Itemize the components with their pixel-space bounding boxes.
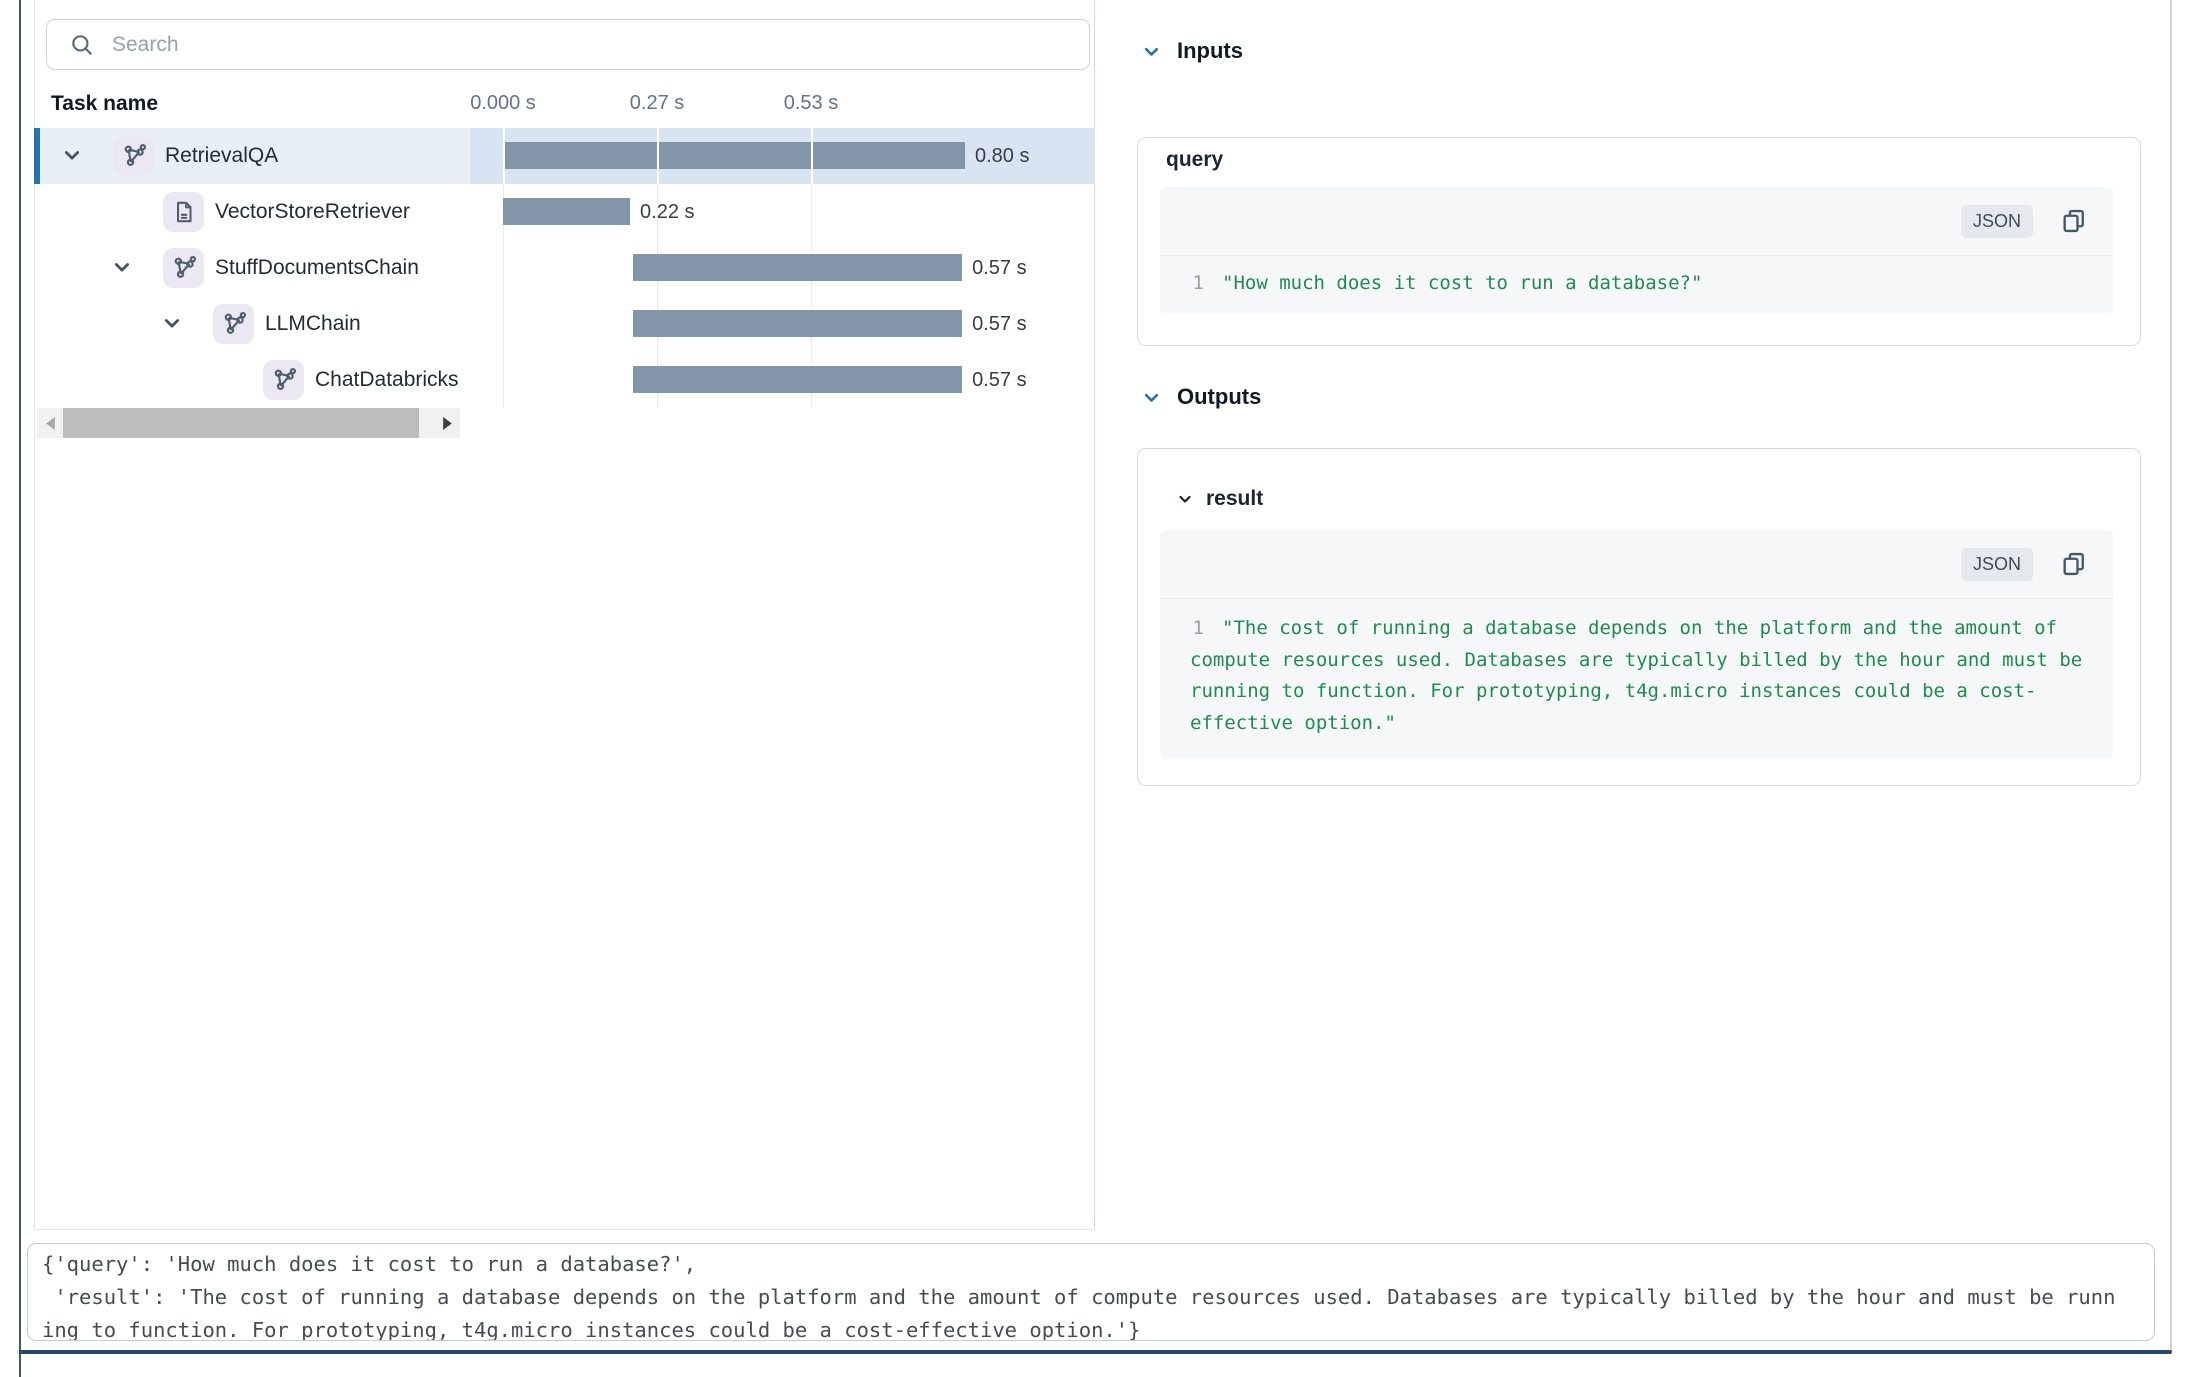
duration-label: 0.57 s xyxy=(972,352,1026,408)
trace-panel-bottom-border xyxy=(34,1229,1095,1230)
code-text: compute resources used. Databases are ty… xyxy=(1190,649,2082,671)
gantt-row[interactable]: 0.57 s LLMChain xyxy=(34,296,1095,352)
code-line: running to function. For prototyping, t4… xyxy=(1190,676,2087,708)
task-name-label: StuffDocumentsChain xyxy=(215,240,419,296)
task-name-label: ChatDatabricks xyxy=(315,352,459,408)
duration-bar[interactable] xyxy=(503,198,630,225)
outputs-section-toggle[interactable]: Outputs xyxy=(1142,384,1261,410)
code-line: 1 "The cost of running a database depends… xyxy=(1190,613,2087,645)
duration-bar[interactable] xyxy=(633,310,962,337)
document-icon xyxy=(171,199,197,225)
result-code-block: JSON 1 "The cost of running a database de… xyxy=(1160,530,2113,759)
duration-label: 0.80 s xyxy=(975,128,1029,184)
copy-icon[interactable] xyxy=(2059,206,2089,236)
gantt-row[interactable]: 0.22 s VectorStoreRetriever xyxy=(34,184,1095,240)
chevron-down-icon xyxy=(1142,388,1161,407)
scroll-left-arrow-icon[interactable] xyxy=(37,408,63,438)
timeline-scale: 0.000 s 0.27 s 0.53 s xyxy=(0,92,1094,120)
task-type-icon-chip xyxy=(213,304,254,344)
chain-icon xyxy=(171,255,197,281)
json-format-badge[interactable]: JSON xyxy=(1961,205,2033,238)
query-code-area: 1 "How much does it cost to run a databas… xyxy=(1160,256,2113,311)
search-box[interactable] xyxy=(46,19,1090,70)
code-text: running to function. For prototyping, t4… xyxy=(1190,680,2036,702)
chain-icon xyxy=(221,311,247,337)
duration-bar[interactable] xyxy=(503,142,965,169)
cell-gutter-line xyxy=(19,0,21,1377)
result-field-label: result xyxy=(1206,487,1263,511)
cell-output-line: {'query': 'How much does it cost to run … xyxy=(42,1248,2140,1281)
task-type-icon-chip xyxy=(113,136,154,176)
chain-icon xyxy=(271,367,297,393)
search-input[interactable] xyxy=(110,32,1054,58)
duration-label: 0.22 s xyxy=(640,184,694,240)
task-name-cell[interactable]: StuffDocumentsChain xyxy=(34,240,470,296)
scroll-right-arrow-icon[interactable] xyxy=(434,408,460,438)
outputs-section-title: Outputs xyxy=(1177,384,1261,410)
task-name-label: RetrievalQA xyxy=(165,128,278,184)
code-line: 1 "How much does it cost to run a databas… xyxy=(1190,267,2087,299)
horizontal-scrollbar[interactable] xyxy=(37,408,460,438)
inputs-card: query JSON 1 "How much does it cost to ru… xyxy=(1137,137,2141,346)
outputs-card: result JSON 1 "The cost of running a data… xyxy=(1137,448,2141,786)
code-line: compute resources used. Databases are ty… xyxy=(1190,645,2087,677)
chevron-down-icon[interactable] xyxy=(162,313,182,333)
code-text: "The cost of running a database depends … xyxy=(1222,617,2057,639)
trace-viewer-page: Task name 0.000 s0.27 s0.53 s 0.80 sRetr… xyxy=(0,0,2189,1377)
query-field-label: query xyxy=(1166,148,1223,172)
task-name-cell[interactable]: RetrievalQA xyxy=(34,128,470,184)
gantt-row[interactable]: 0.80 s RetrievalQA xyxy=(34,128,1095,184)
timeline-tick-label: 0.53 s xyxy=(784,92,838,115)
selected-row-gridline xyxy=(811,128,813,184)
copy-icon[interactable] xyxy=(2059,549,2089,579)
duration-label: 0.57 s xyxy=(972,240,1026,296)
duration-bar[interactable] xyxy=(633,254,962,281)
task-name-label: VectorStoreRetriever xyxy=(215,184,410,240)
duration-bar[interactable] xyxy=(633,366,962,393)
code-block-toolbar: JSON xyxy=(1160,187,2113,256)
cell-output-line: 'result': 'The cost of running a databas… xyxy=(42,1281,2140,1314)
timeline-tick-label: 0.27 s xyxy=(630,92,684,115)
query-code-block: JSON 1 "How much does it cost to run a da… xyxy=(1160,187,2113,313)
task-type-icon-chip xyxy=(263,360,304,400)
selected-row-gridline xyxy=(503,128,505,184)
gantt-rows: 0.80 s RetrievalQA 0.22 s VectorStoreRetrie… xyxy=(34,128,1095,408)
task-type-icon-chip xyxy=(163,248,204,288)
chain-icon xyxy=(121,143,147,169)
selected-row-accent-edge xyxy=(34,128,40,184)
duration-label: 0.57 s xyxy=(972,296,1026,352)
cell-output-line: ing to function. For prototyping, t4g.mi… xyxy=(42,1314,2140,1341)
inputs-section-title: Inputs xyxy=(1177,38,1243,64)
search-icon xyxy=(69,32,95,58)
chevron-down-icon[interactable] xyxy=(62,145,82,165)
gantt-row[interactable]: 0.57 s StuffDocumentsChain xyxy=(34,240,1095,296)
scrollbar-thumb[interactable] xyxy=(63,408,419,438)
code-text: effective option." xyxy=(1190,712,1396,734)
json-format-badge[interactable]: JSON xyxy=(1961,548,2033,581)
chevron-down-icon xyxy=(1177,491,1193,507)
task-type-icon-chip xyxy=(163,192,204,232)
cell-output-box: {'query': 'How much does it cost to run … xyxy=(27,1243,2155,1341)
timeline-tick-label: 0.000 s xyxy=(470,92,536,115)
task-name-cell[interactable]: ChatDatabricks xyxy=(34,352,470,408)
inputs-section-toggle[interactable]: Inputs xyxy=(1142,38,1243,64)
task-name-cell[interactable]: VectorStoreRetriever xyxy=(34,184,470,240)
cell-right-border xyxy=(2170,0,2172,1351)
line-number: 1 xyxy=(1190,613,1204,645)
code-line: effective option." xyxy=(1190,708,2087,740)
selected-row-gridline xyxy=(657,128,659,184)
task-name-label: LLMChain xyxy=(265,296,361,352)
task-name-cell[interactable]: LLMChain xyxy=(34,296,470,352)
result-code-area: 1 "The cost of running a database depends… xyxy=(1160,599,2113,751)
cell-bottom-border xyxy=(19,1350,2172,1354)
code-block-toolbar: JSON xyxy=(1160,530,2113,599)
line-number: 1 xyxy=(1190,267,1204,299)
result-field-toggle[interactable]: result xyxy=(1177,487,1263,511)
gantt-row[interactable]: 0.57 s ChatDatabricks xyxy=(34,352,1095,408)
chevron-down-icon xyxy=(1142,42,1161,61)
code-text: "How much does it cost to run a database… xyxy=(1222,272,1702,294)
chevron-down-icon[interactable] xyxy=(112,257,132,277)
